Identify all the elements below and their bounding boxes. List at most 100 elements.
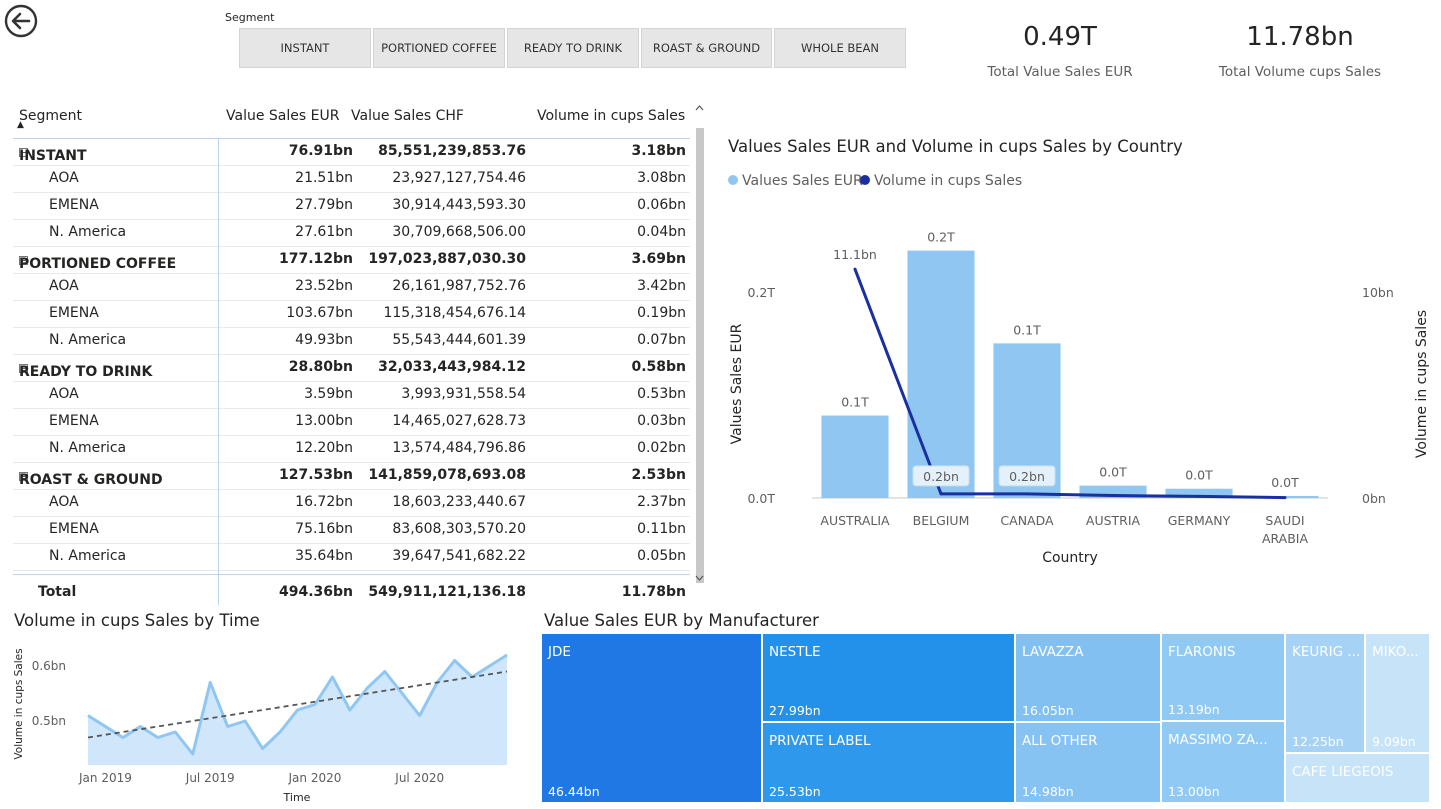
- row-label: AOA: [49, 278, 79, 294]
- row-label: N. America: [49, 548, 127, 564]
- x-tick-label: AUSTRALIA: [820, 513, 890, 528]
- sort-ascending-icon: ▲: [17, 120, 24, 130]
- matrix-total-row: Total 494.36bn 549,911,121,136.18 11.78b…: [13, 574, 690, 605]
- treemap-tile-name: NESTLE: [769, 644, 821, 660]
- bar-data-label: 0.0T: [1099, 465, 1127, 480]
- matrix-header-volume[interactable]: Volume in cups Sales: [537, 108, 685, 124]
- row-chf: 3,993,931,558.54: [401, 386, 526, 402]
- row-chf: 30,709,668,506.00: [392, 224, 526, 240]
- row-chf: 83,608,303,570.20: [392, 521, 526, 537]
- matrix-row[interactable]: N. America 35.64bn 39,647,541,682.22 0.05bn: [13, 543, 690, 571]
- bar-data-label: 0.1T: [841, 395, 869, 410]
- row-eur: 35.64bn: [295, 548, 353, 564]
- bar-data-label: 0.0T: [1271, 475, 1299, 490]
- time-x-axis-title: Time: [283, 791, 311, 804]
- time-x-tick: Jul 2019: [185, 771, 235, 785]
- matrix-row[interactable]: AOA 3.59bn 3,993,931,558.54 0.53bn: [13, 381, 690, 409]
- bar-data-label: 0.1T: [1013, 322, 1041, 337]
- row-eur: 3.59bn: [304, 386, 353, 402]
- row-eur: 16.72bn: [295, 494, 353, 510]
- matrix-group-row[interactable]: ROAST & GROUND 127.53bn 141,859,078,693.08…: [13, 462, 690, 490]
- treemap-tile-name: JDE: [547, 644, 571, 660]
- matrix-row[interactable]: EMENA 75.16bn 83,608,303,570.20 0.11bn: [13, 516, 690, 544]
- x-tick-label: AUSTRIA: [1086, 513, 1141, 528]
- row-volume: 0.53bn: [637, 386, 686, 402]
- y-tick-label: 0.2T: [747, 285, 775, 300]
- matrix-header-value-chf[interactable]: Value Sales CHF: [351, 108, 464, 124]
- slicer-option-instant[interactable]: INSTANT: [239, 28, 371, 68]
- y2-tick-label: 0bn: [1362, 491, 1386, 506]
- legend-marker-sales: [728, 175, 738, 185]
- row-eur: 27.79bn: [295, 197, 353, 213]
- matrix-row[interactable]: AOA 23.52bn 26,161,987,752.76 3.42bn: [13, 273, 690, 301]
- slicer-option-portioned-coffee[interactable]: PORTIONED COFFEE: [373, 28, 505, 68]
- row-chf: 55,543,444,601.39: [392, 332, 526, 348]
- time-x-tick: Jul 2020: [394, 771, 444, 785]
- matrix-row[interactable]: N. America 49.93bn 55,543,444,601.39 0.07bn: [13, 327, 690, 355]
- bar-australia: [821, 415, 889, 498]
- total-label: Total: [38, 584, 77, 600]
- legend-marker-volume: [860, 175, 870, 185]
- matrix-row[interactable]: AOA 16.72bn 18,603,233,440.67 2.37bn: [13, 489, 690, 517]
- row-volume: 0.02bn: [637, 440, 686, 456]
- matrix-group-row[interactable]: PORTIONED COFFEE 177.12bn 197,023,887,030.…: [13, 246, 690, 274]
- volume-point: [1283, 496, 1287, 500]
- x-tick-label: SAUDI: [1265, 513, 1304, 528]
- matrix-row[interactable]: EMENA 103.67bn 115,318,454,676.14 0.19bn: [13, 300, 690, 328]
- group-chf: 197,023,887,030.30: [368, 251, 526, 267]
- scroll-up-icon[interactable]: [694, 102, 705, 114]
- group-volume: 3.18bn: [631, 143, 686, 159]
- row-label: N. America: [49, 332, 127, 348]
- matrix-group-row[interactable]: READY TO DRINK 28.80bn 32,033,443,984.12 0.…: [13, 354, 690, 382]
- scroll-down-icon[interactable]: [694, 572, 705, 584]
- row-label: EMENA: [49, 521, 99, 537]
- row-volume: 3.42bn: [637, 278, 686, 294]
- row-eur: 103.67bn: [286, 305, 353, 321]
- slicer-option-roast-ground[interactable]: ROAST & GROUND: [641, 28, 772, 68]
- treemap-tile-value: 16.05bn: [1022, 703, 1074, 718]
- manufacturer-treemap: JDE 46.44bn NESTLE 27.99bn PRIVATE LABEL 25.5…: [542, 634, 1429, 802]
- matrix-row[interactable]: N. America 27.61bn 30,709,668,506.00 0.04bn: [13, 219, 690, 247]
- volume-point: [1025, 492, 1029, 496]
- row-chf: 14,465,027,628.73: [392, 413, 526, 429]
- row-label: EMENA: [49, 197, 99, 213]
- matrix-group-row[interactable]: INSTANT 76.91bn 85,551,239,853.76 3.18bn: [13, 138, 690, 166]
- y2-tick-label: 10bn: [1362, 285, 1394, 300]
- matrix-scrollbar[interactable]: [694, 102, 705, 586]
- matrix-row[interactable]: N. America 12.20bn 13,574,484,796.86 0.02bn: [13, 435, 690, 463]
- row-chf: 23,927,127,754.46: [392, 170, 526, 186]
- row-volume: 2.37bn: [637, 494, 686, 510]
- volume-point: [1111, 494, 1115, 498]
- slicer-option-whole-bean[interactable]: WHOLE BEAN: [774, 28, 906, 68]
- scrollbar-thumb[interactable]: [696, 128, 704, 583]
- slicer-title: Segment: [225, 11, 275, 24]
- treemap-tile-name: MIKO...: [1372, 644, 1419, 660]
- sales-matrix: Segment ▲ Value Sales EUR Value Sales CH…: [13, 100, 693, 605]
- volume-point: [853, 267, 857, 271]
- row-label: N. America: [49, 440, 127, 456]
- treemap-tile-value: 25.53bn: [769, 784, 821, 799]
- combo-chart: Values Sales EUR Volume in cups Sales Valu…: [728, 173, 1430, 566]
- row-eur: 49.93bn: [295, 332, 353, 348]
- group-eur: 127.53bn: [278, 467, 353, 483]
- row-volume: 3.08bn: [637, 170, 686, 186]
- treemap-tile-name: KEURIG ...: [1292, 644, 1360, 660]
- group-eur: 28.80bn: [288, 359, 353, 375]
- slicer-option-ready-to-drink[interactable]: READY TO DRINK: [507, 28, 639, 68]
- matrix-row[interactable]: AOA 21.51bn 23,927,127,754.46 3.08bn: [13, 165, 690, 193]
- treemap-title: Value Sales EUR by Manufacturer: [544, 611, 819, 630]
- line-data-label: 11.1bn: [833, 247, 877, 262]
- matrix-header-segment[interactable]: Segment: [19, 108, 82, 124]
- card-value-total-sales: 0.49T: [1023, 22, 1097, 52]
- matrix-row[interactable]: EMENA 27.79bn 30,914,443,593.30 0.06bn: [13, 192, 690, 220]
- treemap-tile-value: 13.00bn: [1168, 784, 1220, 799]
- volume-point: [1197, 494, 1201, 498]
- card-label-total-volume: Total Volume cups Sales: [1218, 64, 1382, 80]
- treemap-tile-value: 13.19bn: [1168, 702, 1220, 717]
- row-chf: 39,647,541,682.22: [392, 548, 526, 564]
- combo-chart-title: Values Sales EUR and Volume in cups Sale…: [728, 137, 1183, 156]
- back-button[interactable]: [4, 4, 38, 38]
- total-chf: 549,911,121,136.18: [368, 584, 526, 600]
- matrix-row[interactable]: EMENA 13.00bn 14,465,027,628.73 0.03bn: [13, 408, 690, 436]
- matrix-header-value-eur[interactable]: Value Sales EUR: [226, 108, 339, 124]
